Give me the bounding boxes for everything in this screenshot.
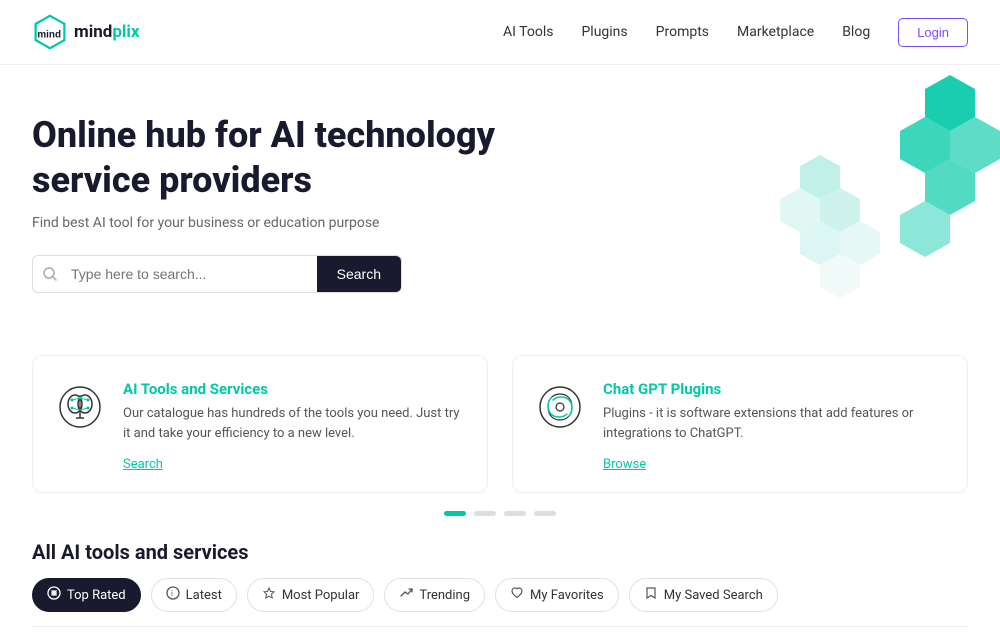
- logo[interactable]: mind mindplix: [32, 14, 140, 50]
- ai-tools-icon: [53, 380, 107, 434]
- nav-prompts[interactable]: Prompts: [656, 24, 709, 40]
- carousel-dots: [0, 511, 1000, 516]
- card-body-chatgpt: Chat GPT Plugins Plugins - it is softwar…: [603, 380, 947, 472]
- most-popular-icon: [262, 586, 276, 604]
- dot-3[interactable]: [504, 511, 526, 516]
- card-ai-tools: AI Tools and Services Our catalogue has …: [32, 355, 488, 493]
- dot-4[interactable]: [534, 511, 556, 516]
- tab-most-popular-label: Most Popular: [282, 588, 360, 603]
- tab-top-rated-label: Top Rated: [67, 588, 126, 603]
- logo-text: mindplix: [74, 22, 140, 42]
- my-saved-search-icon: [644, 586, 658, 604]
- search-icon: [33, 267, 67, 281]
- tab-my-saved-search-label: My Saved Search: [664, 588, 763, 603]
- tab-trending[interactable]: Trending: [384, 578, 485, 612]
- dot-1[interactable]: [444, 511, 466, 516]
- search-input[interactable]: [67, 256, 317, 292]
- bottom-section: All AI tools and services Top Rated i: [0, 522, 1000, 639]
- navbar: mind mindplix AI Tools Plugins Prompts M…: [0, 0, 1000, 65]
- cards-section: AI Tools and Services Our catalogue has …: [0, 345, 1000, 493]
- trending-icon: [399, 586, 413, 604]
- tab-most-popular[interactable]: Most Popular: [247, 578, 375, 612]
- tab-latest-label: Latest: [186, 588, 222, 603]
- card-title-chatgpt: Chat GPT Plugins: [603, 380, 947, 398]
- tabs-row: Top Rated i Latest Most Popular: [32, 578, 968, 612]
- card-body-ai-tools: AI Tools and Services Our catalogue has …: [123, 380, 467, 472]
- logo-icon: mind: [32, 14, 68, 50]
- svg-text:mind: mind: [37, 29, 61, 40]
- search-bar: Search: [32, 255, 402, 293]
- bottom-divider: [32, 626, 968, 627]
- tab-latest[interactable]: i Latest: [151, 578, 237, 612]
- tab-my-favorites-label: My Favorites: [530, 588, 604, 603]
- tab-my-saved-search[interactable]: My Saved Search: [629, 578, 778, 612]
- hero-subtitle: Find best AI tool for your business or e…: [32, 215, 495, 231]
- cards-row: AI Tools and Services Our catalogue has …: [32, 355, 968, 493]
- tab-top-rated[interactable]: Top Rated: [32, 578, 141, 612]
- tab-trending-label: Trending: [419, 588, 470, 603]
- login-button[interactable]: Login: [898, 18, 968, 47]
- card-title-ai-tools: AI Tools and Services: [123, 380, 467, 398]
- my-favorites-icon: [510, 586, 524, 604]
- hero-title: Online hub for AI technology service pro…: [32, 113, 495, 203]
- chatgpt-icon: [533, 380, 587, 434]
- top-rated-icon: [47, 586, 61, 604]
- card-link-chatgpt[interactable]: Browse: [603, 457, 646, 472]
- hero-left: Online hub for AI technology service pro…: [32, 113, 495, 293]
- nav-blog[interactable]: Blog: [842, 24, 870, 40]
- card-desc-ai-tools: Our catalogue has hundreds of the tools …: [123, 404, 467, 443]
- search-button[interactable]: Search: [317, 256, 401, 292]
- tab-my-favorites[interactable]: My Favorites: [495, 578, 619, 612]
- hero-section: Online hub for AI technology service pro…: [0, 65, 1000, 345]
- nav-links: AI Tools Plugins Prompts Marketplace Blo…: [503, 18, 968, 47]
- nav-marketplace[interactable]: Marketplace: [737, 24, 814, 40]
- svg-text:i: i: [171, 589, 173, 598]
- dot-2[interactable]: [474, 511, 496, 516]
- card-chatgpt-plugins: Chat GPT Plugins Plugins - it is softwar…: [512, 355, 968, 493]
- nav-plugins[interactable]: Plugins: [581, 24, 627, 40]
- nav-ai-tools[interactable]: AI Tools: [503, 24, 553, 40]
- bottom-title: All AI tools and services: [32, 540, 968, 564]
- latest-icon: i: [166, 586, 180, 604]
- card-desc-chatgpt: Plugins - it is software extensions that…: [603, 404, 947, 443]
- card-link-ai-tools[interactable]: Search: [123, 457, 163, 472]
- hero-decoration: [680, 65, 1000, 345]
